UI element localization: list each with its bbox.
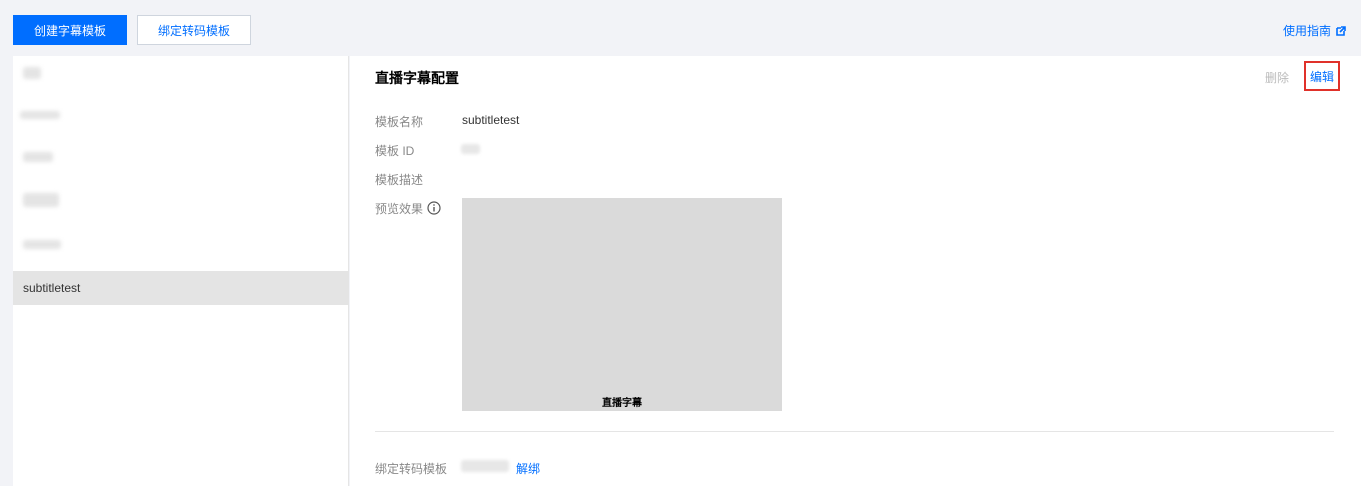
bound-transcode-value bbox=[461, 460, 509, 472]
template-name-value: subtitletest bbox=[462, 113, 520, 127]
user-guide-link[interactable]: 使用指南 bbox=[1283, 22, 1346, 39]
redacted-label bbox=[23, 152, 53, 162]
template-id-label: 模板 ID bbox=[375, 144, 415, 158]
template-desc-label: 模板描述 bbox=[375, 173, 424, 187]
list-item[interactable] bbox=[13, 140, 349, 174]
list-item[interactable] bbox=[13, 56, 349, 90]
user-guide-label: 使用指南 bbox=[1282, 24, 1331, 38]
template-list: subtitletest bbox=[13, 56, 349, 486]
delete-button[interactable]: 删除 bbox=[1265, 69, 1289, 86]
redacted-label bbox=[23, 193, 59, 207]
edit-button[interactable]: 编辑 bbox=[1304, 61, 1340, 91]
external-link-icon bbox=[1336, 25, 1346, 36]
template-name-label: 模板名称 bbox=[375, 115, 424, 129]
list-item[interactable] bbox=[13, 227, 349, 261]
unbind-link[interactable]: 解绑 bbox=[516, 460, 540, 477]
bind-transcode-template-button[interactable]: 绑定转码模板 bbox=[137, 15, 251, 45]
preview-subtitle-text: 直播字幕 bbox=[602, 398, 642, 409]
template-detail-panel: 直播字幕配置 删除 编辑 模板名称 subtitletest 模板 ID 模板描… bbox=[350, 56, 1361, 486]
top-toolbar: 创建字幕模板 绑定转码模板 使用指南 bbox=[0, 0, 1361, 56]
bound-transcode-label: 绑定转码模板 bbox=[375, 462, 448, 476]
subtitle-preview: 直播字幕 bbox=[462, 198, 782, 411]
list-item[interactable] bbox=[13, 98, 349, 132]
redacted-label bbox=[20, 111, 60, 119]
preview-label: 预览效果 bbox=[375, 202, 424, 216]
list-item[interactable] bbox=[13, 183, 349, 217]
list-item-selected[interactable]: subtitletest bbox=[13, 271, 349, 305]
redacted-label bbox=[23, 239, 61, 249]
template-id-value bbox=[461, 144, 480, 154]
redacted-label bbox=[23, 67, 41, 79]
list-item-label: subtitletest bbox=[23, 281, 81, 295]
create-subtitle-template-button[interactable]: 创建字幕模板 bbox=[13, 15, 127, 45]
page-title: 直播字幕配置 bbox=[375, 70, 459, 86]
divider bbox=[375, 431, 1334, 432]
info-icon[interactable] bbox=[427, 201, 441, 215]
